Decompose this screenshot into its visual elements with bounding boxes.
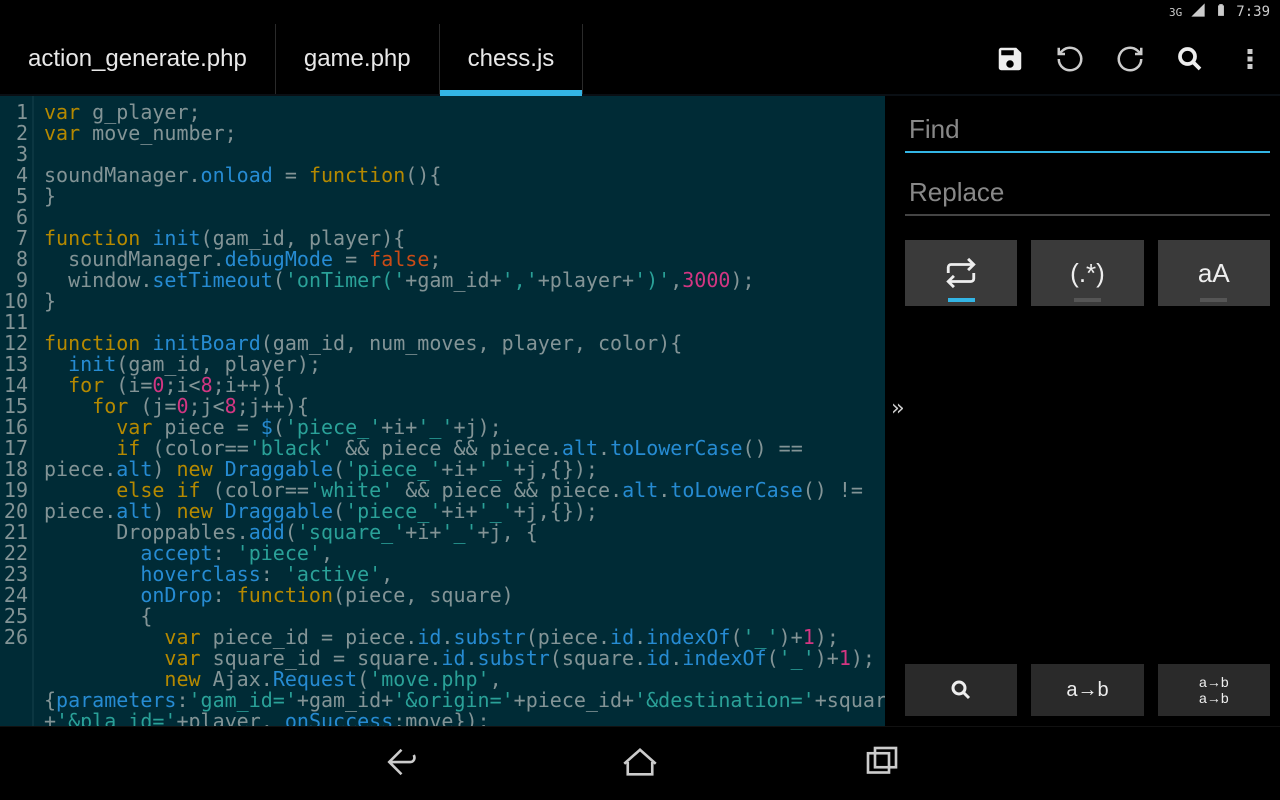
battery-icon bbox=[1214, 2, 1228, 22]
find-input[interactable] bbox=[905, 108, 1270, 153]
collapse-panel-icon[interactable]: » bbox=[891, 396, 904, 421]
overflow-menu-icon[interactable] bbox=[1220, 24, 1280, 94]
tab-action-generate[interactable]: action_generate.php bbox=[0, 24, 276, 94]
loop-toggle-button[interactable] bbox=[905, 240, 1017, 306]
signal-icon bbox=[1190, 2, 1206, 22]
replace-input[interactable] bbox=[905, 171, 1270, 216]
tab-game[interactable]: game.php bbox=[276, 24, 440, 94]
replace-all-button[interactable]: a→b a→b bbox=[1158, 664, 1270, 716]
find-next-button[interactable] bbox=[905, 664, 1017, 716]
android-nav-bar bbox=[0, 726, 1280, 800]
regex-toggle-button[interactable]: (.*) bbox=[1031, 240, 1143, 306]
undo-icon[interactable] bbox=[1040, 24, 1100, 94]
replace-one-button[interactable]: a→b bbox=[1031, 664, 1143, 716]
tab-chess[interactable]: chess.js bbox=[440, 24, 584, 94]
android-status-bar: 3G 7:39 bbox=[0, 0, 1280, 24]
case-toggle-button[interactable]: aA bbox=[1158, 240, 1270, 306]
home-button[interactable] bbox=[619, 741, 661, 787]
clock-text: 7:39 bbox=[1236, 4, 1270, 20]
find-replace-panel: (.*) aA » a→b a→b a→b bbox=[885, 96, 1280, 726]
editor-main: 1234567891011121314151617181920212223242… bbox=[0, 96, 1280, 726]
recent-apps-button[interactable] bbox=[861, 741, 903, 787]
redo-icon[interactable] bbox=[1100, 24, 1160, 94]
code-area[interactable]: var g_player; var move_number; soundMana… bbox=[34, 96, 885, 726]
save-icon[interactable] bbox=[980, 24, 1040, 94]
line-gutter: 1234567891011121314151617181920212223242… bbox=[0, 96, 34, 726]
search-icon[interactable] bbox=[1160, 24, 1220, 94]
tab-bar: action_generate.php game.php chess.js bbox=[0, 24, 1280, 96]
back-button[interactable] bbox=[377, 741, 419, 787]
network-label: 3G bbox=[1169, 6, 1182, 19]
